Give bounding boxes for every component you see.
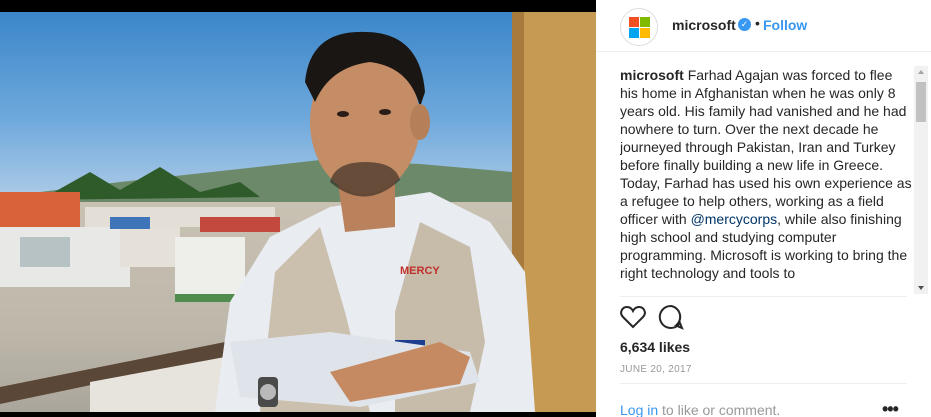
login-link[interactable]: Log in [620,402,658,417]
caption-scrollbar[interactable] [914,66,928,294]
post-date[interactable]: JUNE 20, 2017 [620,364,692,375]
caption: microsoft Farhad Agajan was forced to fl… [620,66,912,294]
scroll-thumb[interactable] [916,82,926,122]
caption-mention-link[interactable]: @mercycorps [691,211,778,227]
scroll-up-arrow-icon[interactable] [918,70,924,74]
header-username[interactable]: microsoft [672,17,736,33]
post-photo[interactable]: MERCY [0,0,596,417]
logo-blue-square [629,28,639,38]
login-prompt-text: to like or comment. [658,402,781,417]
verified-badge-icon: ✓ [738,18,751,31]
scroll-down-arrow-icon[interactable] [918,286,924,290]
microsoft-logo-avatar[interactable] [620,8,658,46]
likes-count[interactable]: 6,634 likes [620,339,690,355]
logo-red-square [629,17,639,27]
login-prompt: Log in to like or comment. [620,402,780,417]
logo-green-square [640,17,650,27]
more-options-icon[interactable]: ••• [882,399,899,417]
comment-icon[interactable] [658,304,684,330]
logo-yellow-square [640,28,650,38]
svg-text:MERCY: MERCY [400,265,440,277]
divider-bottom [620,383,907,384]
header-separator: • [755,15,760,31]
caption-text-1: Farhad Agajan was forced to flee his hom… [620,67,912,227]
follow-button[interactable]: Follow [763,17,807,33]
post-side-panel: microsoft ✓ • Follow microsoft Farhad Ag… [596,0,931,417]
divider-top [620,296,907,297]
heart-icon[interactable] [620,305,646,329]
post-header: microsoft ✓ • Follow [596,0,931,52]
photo-scene: MERCY [0,12,596,412]
caption-username[interactable]: microsoft [620,67,684,83]
